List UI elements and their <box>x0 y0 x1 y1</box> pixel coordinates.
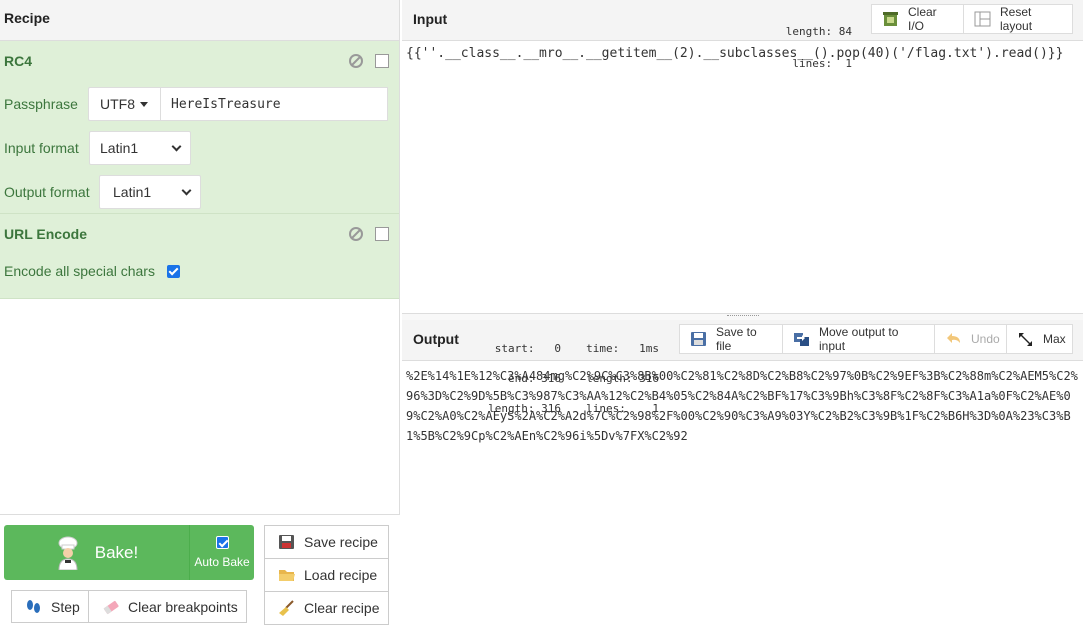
input-format-row: Input format Latin1 <box>0 126 399 170</box>
passphrase-encoding-value: UTF8 <box>100 96 135 112</box>
output-format-select[interactable]: Latin1 <box>99 175 201 209</box>
input-header: Input length: 84 lines: 1 Clear I/O Rese… <box>402 0 1083 69</box>
passphrase-label: Passphrase <box>4 96 78 112</box>
chevron-down-icon <box>181 185 192 195</box>
chevron-down-icon <box>171 141 182 151</box>
recipe-title: Recipe <box>4 10 50 26</box>
auto-bake-toggle[interactable]: Auto Bake <box>190 525 254 580</box>
io-panel: Input length: 84 lines: 1 Clear I/O Rese… <box>402 0 1083 633</box>
bake-button[interactable]: Bake! <box>4 525 190 580</box>
save-to-file-label: Save to file <box>716 325 757 353</box>
operation-url-encode: URL Encode Encode all special chars <box>0 214 399 299</box>
undo-label: Undo <box>971 332 1000 346</box>
encode-all-label: Encode all special chars <box>4 263 155 279</box>
caret-down-icon <box>140 101 148 107</box>
max-label: Max <box>1043 332 1066 346</box>
recipe-panel: Recipe RC4 Passphrase UTF8 HereIsTreasur… <box>0 0 400 633</box>
input-format-select[interactable]: Latin1 <box>89 131 191 165</box>
eraser-icon <box>102 599 120 615</box>
output-textarea[interactable]: %2E%14%1E%12%C3%A484mg%C2%9C%C3%8B%00%C2… <box>406 366 1081 446</box>
clear-recipe-label: Clear recipe <box>304 600 380 616</box>
disable-icon[interactable] <box>349 227 363 241</box>
breakpoint-checkbox[interactable] <box>375 227 389 241</box>
output-format-label: Output format <box>4 184 90 200</box>
output-time-stat: time: 1ms <box>586 342 659 355</box>
clear-recipe-button[interactable]: Clear recipe <box>264 591 389 625</box>
operation-controls <box>349 227 389 241</box>
reset-layout-label: Reset layout <box>1000 5 1033 33</box>
reset-layout-button[interactable]: Reset layout <box>963 4 1073 34</box>
layout-icon <box>974 11 992 27</box>
output-format-row: Output format Latin1 <box>0 170 399 214</box>
folder-icon <box>278 567 296 583</box>
operation-title: URL Encode <box>0 214 399 256</box>
broom-icon <box>278 600 296 616</box>
step-label: Step <box>51 598 80 615</box>
save-recipe-button[interactable]: Save recipe <box>264 525 389 559</box>
save-icon <box>278 534 296 550</box>
save-icon <box>690 331 708 347</box>
auto-bake-label: Auto Bake <box>194 555 250 569</box>
input-length-stat: length: 84 <box>785 25 852 38</box>
input-format-value: Latin1 <box>100 140 139 156</box>
load-recipe-button[interactable]: Load recipe <box>264 558 389 592</box>
clear-io-button[interactable]: Clear I/O <box>871 4 964 34</box>
passphrase-input[interactable]: HereIsTreasure <box>160 87 388 121</box>
chef-icon <box>55 536 81 570</box>
operation-title: RC4 <box>0 41 399 83</box>
drag-handle-icon <box>727 315 759 317</box>
clear-io-icon <box>882 11 900 27</box>
step-button[interactable]: Step <box>11 590 89 623</box>
passphrase-value: HereIsTreasure <box>171 96 281 112</box>
passphrase-encoding-dropdown[interactable]: UTF8 <box>88 87 160 121</box>
output-format-value: Latin1 <box>113 184 152 200</box>
move-output-label: Move output to input <box>819 325 899 353</box>
output-title: Output <box>413 331 459 347</box>
footsteps-icon <box>25 599 43 615</box>
encode-all-checkbox[interactable] <box>166 264 180 278</box>
auto-bake-checkbox[interactable] <box>215 536 229 549</box>
passphrase-row: Passphrase UTF8 HereIsTreasure <box>0 82 399 126</box>
output-start-stat: start: 0 <box>494 342 561 355</box>
output-header: Output start: 0 end: 316 length: 316 tim… <box>402 320 1083 414</box>
disable-icon[interactable] <box>349 54 363 68</box>
input-textarea[interactable]: {{''.__class__.__mro__.__getitem__(2).__… <box>406 46 1063 61</box>
clear-breakpoints-button[interactable]: Clear breakpoints <box>88 590 247 623</box>
move-output-to-input-button[interactable]: Move output to input <box>782 324 935 354</box>
maximise-icon <box>1017 331 1035 347</box>
operation-rc4-name: RC4 <box>4 53 33 69</box>
undo-icon <box>945 331 963 347</box>
move-output-icon <box>793 331 811 347</box>
input-title: Input <box>413 11 448 27</box>
encode-all-row: Encode all special chars <box>0 256 399 286</box>
input-format-label: Input format <box>4 140 79 156</box>
load-recipe-label: Load recipe <box>304 567 378 583</box>
breakpoint-checkbox[interactable] <box>375 54 389 68</box>
recipe-header: Recipe <box>0 0 399 41</box>
bake-button-group: Bake! Auto Bake <box>4 525 254 580</box>
operation-rc4: RC4 Passphrase UTF8 HereIsTreasure Input… <box>0 41 399 214</box>
bake-label: Bake! <box>94 542 139 562</box>
clear-io-label: Clear I/O <box>908 5 937 33</box>
undo-button[interactable]: Undo <box>934 324 1007 354</box>
save-to-file-button[interactable]: Save to file <box>679 324 783 354</box>
recipe-controls: Bake! Auto Bake Step Clear breakpoints S… <box>0 514 400 633</box>
operation-controls <box>349 54 389 68</box>
operation-url-encode-name: URL Encode <box>4 226 87 242</box>
save-recipe-label: Save recipe <box>304 534 378 550</box>
max-button[interactable]: Max <box>1006 324 1073 354</box>
clear-breakpoints-label: Clear breakpoints <box>128 598 238 615</box>
